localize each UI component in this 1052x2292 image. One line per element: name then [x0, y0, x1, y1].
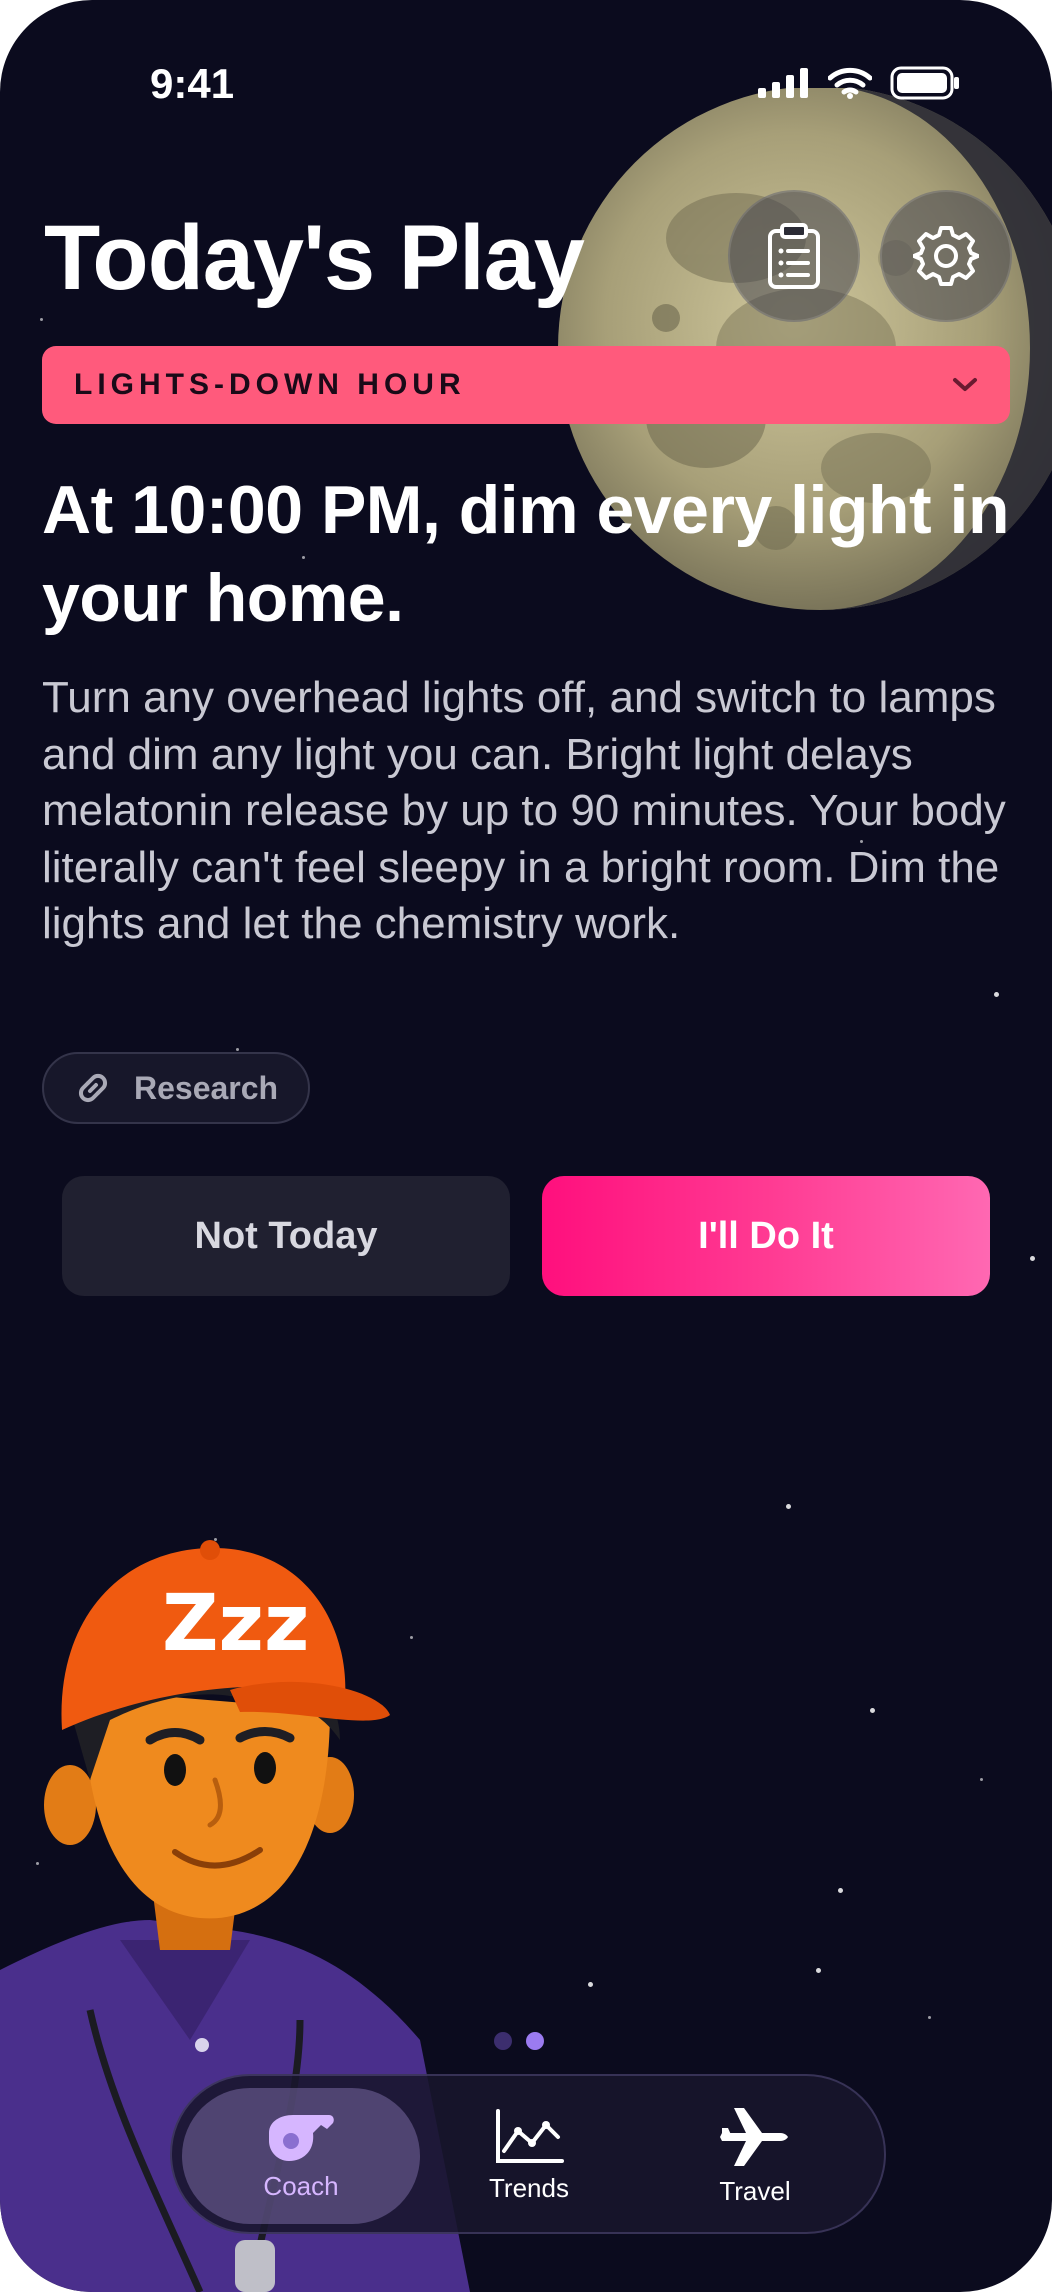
status-icons — [758, 66, 960, 100]
gear-icon — [913, 226, 979, 286]
star — [994, 992, 999, 997]
star — [980, 1778, 983, 1781]
tip-category-dropdown[interactable]: LIGHTS-DOWN HOUR — [42, 346, 1010, 424]
cellular-signal-icon — [758, 68, 808, 98]
star — [1030, 1256, 1035, 1261]
battery-icon — [890, 66, 959, 100]
research-label: Research — [134, 1069, 279, 1106]
star — [928, 2016, 931, 2019]
airplane-icon — [720, 2107, 788, 2166]
cap-zzz-text: Zzz — [162, 1579, 309, 1669]
page-title: Today's Play — [44, 207, 585, 309]
bottom-tab-bar: Coach Trends Travel — [170, 2074, 886, 2234]
settings-button[interactable] — [880, 190, 1012, 322]
star — [588, 1982, 593, 1987]
tip-body: Turn any overhead lights off, and switch… — [42, 673, 1006, 948]
star — [870, 1708, 875, 1713]
tab-label-travel: Travel — [719, 2175, 791, 2206]
not-today-button[interactable]: Not Today — [62, 1176, 510, 1296]
page-dot-2[interactable] — [526, 2032, 544, 2050]
tab-trends[interactable]: Trends — [410, 2088, 648, 2224]
whistle-icon — [269, 2114, 334, 2161]
chart-icon — [496, 2108, 564, 2163]
page-indicator — [494, 2032, 544, 2050]
tab-label-trends: Trends — [489, 2172, 569, 2203]
tip-category-label: LIGHTS-DOWN HOUR — [74, 368, 466, 401]
star — [816, 1968, 821, 1973]
chevron-down-icon — [953, 378, 977, 391]
app-screen: 9:41 Today's Play LIGHTS-DOWN HOUR At 10… — [0, 0, 1052, 2292]
star — [40, 318, 43, 321]
clipboard-icon — [768, 223, 820, 289]
tip-headline: At 10:00 PM, dim every light in your hom… — [42, 472, 1009, 636]
star — [838, 1888, 843, 1893]
page-dot-1[interactable] — [494, 2032, 512, 2050]
clipboard-button[interactable] — [728, 190, 860, 322]
ill-do-it-button[interactable]: I'll Do It — [542, 1176, 990, 1296]
tab-travel[interactable]: Travel — [636, 2088, 874, 2224]
status-time: 9:41 — [150, 60, 235, 107]
research-link[interactable]: Research — [42, 1052, 310, 1124]
star — [236, 1048, 239, 1051]
tab-coach[interactable]: Coach — [182, 2088, 420, 2224]
star — [786, 1504, 791, 1509]
tab-label-coach: Coach — [263, 2170, 339, 2201]
link-icon — [78, 1073, 108, 1103]
wifi-icon — [828, 67, 872, 99]
